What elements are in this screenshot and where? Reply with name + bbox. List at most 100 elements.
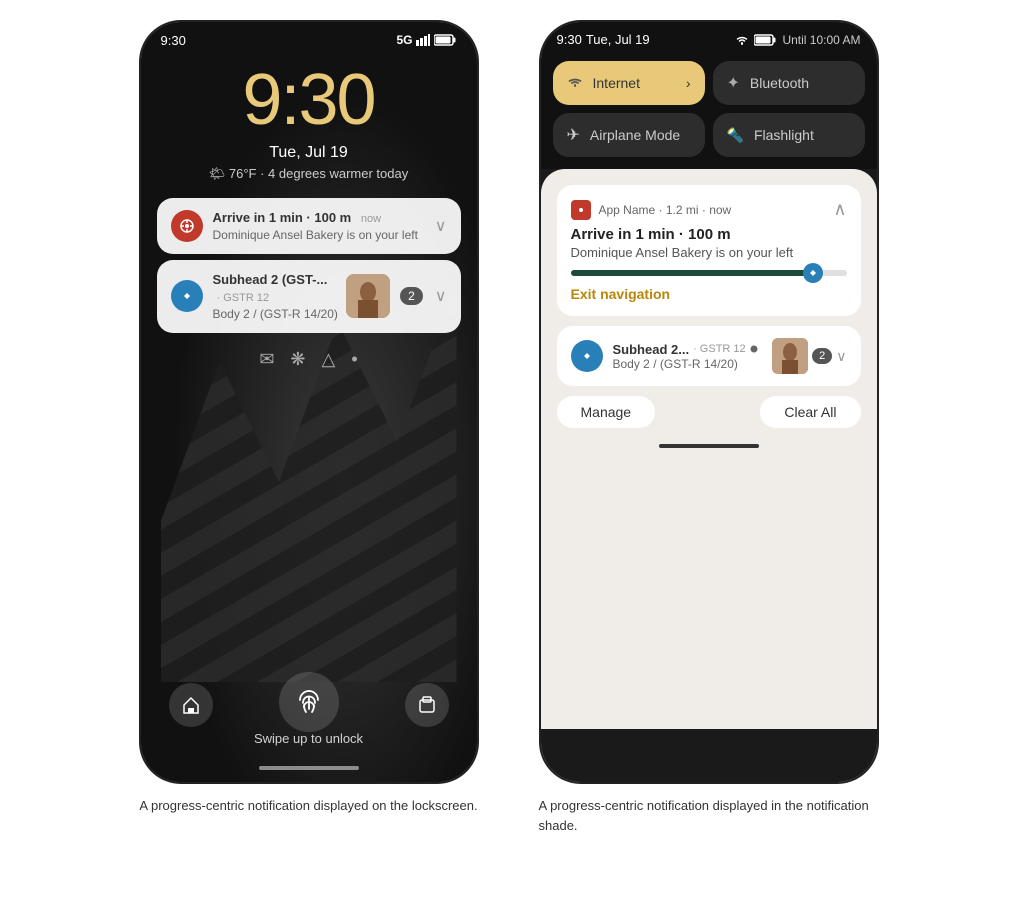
internet-icon (567, 74, 583, 93)
collapsed-notif-text: Subhead 2... · GSTR 12 Body 2 / (GST-R 1… (613, 342, 758, 371)
collapsed-app-icon (579, 348, 595, 364)
left-phone-container: 9:30 5G (129, 20, 489, 816)
navigation-icon (179, 218, 195, 234)
app-notif-count: 2 (400, 287, 423, 305)
tile-internet[interactable]: Internet › (553, 61, 705, 105)
collapsed-chevron-icon: ∨ (836, 348, 846, 365)
nav-notif-time: now (361, 213, 381, 225)
status-bar-right-phone: 9:30 Tue, Jul 19 Until 10:00 AM (541, 22, 877, 53)
lock-notifications: Arrive in 1 min · 100 m now Dominique An… (157, 198, 461, 333)
bluetooth-icon: ✦ (727, 73, 740, 93)
home-indicator-right (659, 444, 759, 448)
status-time-left: 9:30 (161, 33, 186, 48)
home-indicator-left (259, 766, 359, 770)
internet-chevron-icon: › (686, 75, 691, 91)
bottom-icon-dot: • (351, 349, 357, 370)
lock-date: Tue, Jul 19 (141, 144, 477, 162)
lock-clock: 9:30 (141, 64, 477, 136)
collapsed-notif-icon (571, 340, 603, 372)
collapsed-notif-count: 2 (812, 348, 832, 364)
signal-text: 5G (396, 33, 412, 47)
progress-bar-fill (571, 270, 814, 276)
manage-button[interactable]: Manage (557, 396, 656, 428)
right-phone-container: 9:30 Tue, Jul 19 Until 10:00 AM (529, 20, 889, 835)
app-notif-text: Subhead 2 (GST-... · GSTR 12 Body 2 / (G… (213, 272, 339, 321)
tile-bluetooth[interactable]: ✦ Bluetooth (713, 61, 865, 105)
expanded-nav-notification[interactable]: App Name · 1.2 mi · now ∧ Arrive in 1 mi… (557, 185, 861, 316)
home-button[interactable] (169, 683, 213, 727)
airplane-icon: ✈ (567, 125, 580, 145)
expanded-app-name: App Name · 1.2 mi · now (599, 203, 732, 217)
moon-icon (750, 345, 758, 353)
lock-bottom-icons: ✉ ❋ △ • (141, 349, 477, 370)
expanded-notif-body: Dominique Ansel Bakery is on your left (571, 245, 847, 260)
expanded-notif-title: Arrive in 1 min · 100 m (571, 226, 847, 243)
internet-label: Internet (593, 75, 640, 91)
expanded-nav-icon (571, 200, 591, 220)
airplane-label: Airplane Mode (590, 127, 680, 143)
recents-icon (417, 695, 437, 715)
camera-notch (285, 32, 297, 44)
battery-icon-left (434, 34, 456, 46)
flashlight-icon: 🔦 (727, 127, 744, 144)
nav-notif-text: Arrive in 1 min · 100 m now Dominique An… (213, 210, 418, 242)
shade-until: Until 10:00 AM (782, 33, 860, 47)
swipe-up-text: Swipe up to unlock (141, 731, 477, 746)
lock-bottom-nav (141, 683, 477, 727)
shade-status-icons: Until 10:00 AM (736, 33, 860, 47)
spacer (287, 683, 331, 727)
battery-icon-shade (754, 34, 776, 46)
collapsed-notif-left: Subhead 2... · GSTR 12 Body 2 / (GST-R 1… (571, 340, 773, 372)
lock-weather: 🌤 76°F · 4 degrees warmer today (141, 166, 477, 182)
notification-shade: 9:30 Tue, Jul 19 Until 10:00 AM (541, 22, 877, 782)
tile-airplane[interactable]: ✈ Airplane Mode (553, 113, 705, 157)
nav-notif-title: Arrive in 1 min · 100 m now (213, 210, 418, 227)
bluetooth-label: Bluetooth (750, 75, 809, 91)
right-phone-caption: A progress-centric notification displaye… (539, 796, 879, 835)
app-notif-thumbnail (346, 274, 390, 318)
thumbnail-image (346, 274, 390, 318)
shade-time: 9:30 (557, 32, 582, 47)
nav-notif-subtitle: Dominique Ansel Bakery is on your left (213, 228, 418, 242)
recents-button[interactable] (405, 683, 449, 727)
app-notif-right: 2 ∨ (338, 274, 446, 318)
wifi-tile-icon (567, 74, 583, 90)
collapsed-notif-title-row: Subhead 2... · GSTR 12 (613, 342, 758, 357)
bottom-icon-mail: ✉ (259, 349, 274, 370)
collapsed-notif-subtitle: Body 2 / (GST-R 14/20) (613, 357, 758, 371)
quick-tiles-grid: Internet › ✦ Bluetooth ✈ Airplane Mode 🔦… (541, 53, 877, 169)
right-phone: 9:30 Tue, Jul 19 Until 10:00 AM (539, 20, 879, 784)
left-phone-caption: A progress-centric notification displaye… (139, 796, 477, 816)
notif-left-app: Subhead 2 (GST-... · GSTR 12 Body 2 / (G… (171, 272, 339, 321)
app-notif-chevron-icon: ∨ (435, 286, 447, 306)
collapsed-thumb (772, 338, 808, 374)
wifi-icon-shade (736, 34, 748, 46)
app-notif-title: Subhead 2 (GST-... · GSTR 12 (213, 272, 339, 306)
nav-app-icon (574, 203, 588, 217)
bottom-icon-grid: ❋ (290, 349, 305, 370)
lock-app-notification[interactable]: Subhead 2 (GST-... · GSTR 12 Body 2 / (G… (157, 260, 461, 333)
notif-left-nav: Arrive in 1 min · 100 m now Dominique An… (171, 210, 427, 242)
status-bar-right-icons: 5G (396, 33, 456, 47)
exit-navigation-button[interactable]: Exit navigation (571, 286, 847, 302)
bottom-icon-home: △ (322, 349, 336, 370)
lockscreen-content: 9:30 5G (141, 22, 477, 370)
tile-flashlight[interactable]: 🔦 Flashlight (713, 113, 865, 157)
lock-nav-notification[interactable]: Arrive in 1 min · 100 m now Dominique An… (157, 198, 461, 254)
expanded-notif-header: App Name · 1.2 mi · now ∧ (571, 199, 847, 220)
left-phone: 9:30 5G (139, 20, 479, 784)
shade-date: Tue, Jul 19 (586, 32, 650, 47)
expanded-notif-app-row: App Name · 1.2 mi · now (571, 200, 732, 220)
status-bar-left: 9:30 5G (141, 22, 477, 54)
shade-notifications-area: App Name · 1.2 mi · now ∧ Arrive in 1 mi… (541, 169, 877, 729)
nav-notif-icon (171, 210, 203, 242)
collapsed-app-notification[interactable]: Subhead 2... · GSTR 12 Body 2 / (GST-R 1… (557, 326, 861, 386)
app-notif-subtitle: Body 2 / (GST-R 14/20) (213, 307, 339, 321)
clear-all-button[interactable]: Clear All (760, 396, 860, 428)
flashlight-label: Flashlight (754, 127, 814, 143)
progress-arrow-icon (807, 267, 819, 279)
lockscreen: 9:30 5G (141, 22, 477, 782)
navigation-progress-bar (571, 270, 847, 276)
collapse-notification-button[interactable]: ∧ (833, 199, 846, 220)
collapsed-notif-right: 2 ∨ (772, 338, 846, 374)
